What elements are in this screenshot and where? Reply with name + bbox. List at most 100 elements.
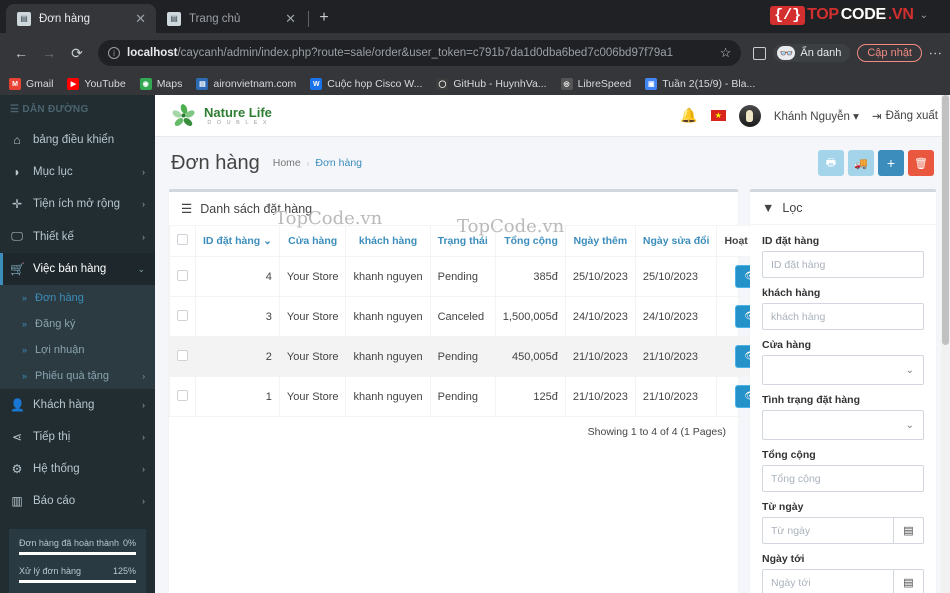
tab-close-icon[interactable]: ✕ <box>283 12 298 25</box>
browser-tab-1[interactable]: ▤ Đơn hàng ✕ <box>6 4 156 33</box>
bookmark-item[interactable]: ◎ LibreSpeed <box>560 78 631 90</box>
language-flag-icon[interactable]: ★ <box>710 110 726 121</box>
bookmark-item[interactable]: W Cuộc họp Cisco W... <box>310 78 422 90</box>
sidebar-subitem-orders[interactable]: » Đơn hàng <box>0 285 155 311</box>
select-all-checkbox[interactable] <box>177 234 188 245</box>
shipping-button[interactable]: 🚚 <box>848 150 874 176</box>
user-menu[interactable]: Khánh Nguyễn ▾ <box>774 109 859 123</box>
page-scrollbar[interactable] <box>941 95 950 593</box>
stat-row: Đơn hàng đã hoàn thành 0% <box>19 538 136 548</box>
delete-button[interactable]: 🗑 <box>908 150 934 176</box>
filter-select-order-status[interactable]: ⌄ <box>762 410 924 440</box>
sidebar-item-dashboard[interactable]: ⌂ bảng điều khiển <box>0 124 155 156</box>
cell-status: Canceled <box>429 296 496 337</box>
chevron-down-icon[interactable]: ⌄ <box>920 10 928 21</box>
calendar-icon[interactable]: ▤ <box>893 570 923 593</box>
double-chevron-icon: » <box>22 319 28 329</box>
incognito-indicator[interactable]: 👓 Ẩn danh <box>773 44 851 62</box>
url-text: localhost/caycanh/admin/index.php?route=… <box>127 47 713 59</box>
sidebar-item-catalog[interactable]: ◗ Mục lục › <box>0 156 155 188</box>
print-button[interactable]: 🖶 <box>818 150 844 176</box>
table-row[interactable]: 3 Your Store khanh nguyen Canceled 1,500… <box>169 296 785 337</box>
column-date-added[interactable]: Ngày thêm <box>564 226 636 257</box>
select-all-header <box>169 226 196 257</box>
site-info-icon[interactable]: i <box>108 47 120 59</box>
add-button[interactable]: + <box>878 150 904 176</box>
column-date-modified[interactable]: Ngày sửa đổi <box>634 226 718 257</box>
logout-button[interactable]: ⇥ Đăng xuất <box>872 109 938 123</box>
chevron-right-icon: › <box>142 199 145 209</box>
sidebar-subitem-vouchers[interactable]: » Phiếu quà tặng › <box>0 363 155 389</box>
tab-close-icon[interactable]: ✕ <box>133 12 148 25</box>
filter-date-to[interactable]: Ngày tới ▤ <box>762 569 924 593</box>
column-status[interactable]: Trạng thái <box>429 226 496 257</box>
sidebar-item-extensions[interactable]: ✛ Tiện ích mở rộng › <box>0 188 155 220</box>
back-icon[interactable]: ← <box>8 40 34 66</box>
filter-input-date-from[interactable]: Từ ngày <box>763 518 893 543</box>
notification-bell-icon[interactable]: 🔔 <box>680 107 697 124</box>
stat-progress-bar <box>19 580 136 583</box>
chevron-right-icon: › <box>142 464 145 474</box>
column-customer[interactable]: khách hàng <box>345 226 431 257</box>
bookmark-label: Cuộc họp Cisco W... <box>327 78 423 90</box>
filter-date-from[interactable]: Từ ngày ▤ <box>762 517 924 544</box>
orders-panel-header: ☰ Danh sách đặt hàng <box>169 192 738 226</box>
url-bar[interactable]: i localhost/caycanh/admin/index.php?rout… <box>98 40 742 66</box>
bookmark-label: Maps <box>156 78 183 90</box>
list-icon: ☰ <box>181 202 193 216</box>
column-store[interactable]: Cửa hàng <box>278 226 347 257</box>
calendar-icon[interactable]: ▤ <box>893 518 923 543</box>
stat-value: 125% <box>112 566 136 576</box>
breadcrumb-current[interactable]: Đơn hàng <box>315 157 362 169</box>
filter-select-store[interactable]: ⌄ <box>762 355 924 385</box>
new-tab-button[interactable]: + <box>311 5 337 31</box>
forward-icon[interactable]: → <box>36 40 62 66</box>
topcode-brace: {/} <box>770 5 806 25</box>
bookmark-item[interactable]: ▤ aironvietnam.com <box>196 78 296 90</box>
logo[interactable]: Nature Life D O U B L E X <box>171 103 272 129</box>
column-order-id[interactable]: ID đặt hàng ⌄ <box>195 226 280 257</box>
bookmark-star-icon[interactable]: ☆ <box>720 45 732 61</box>
row-checkbox[interactable] <box>177 389 188 401</box>
row-checkbox[interactable] <box>177 349 188 361</box>
sidebar-subitem-returns[interactable]: » Lợi nhuận <box>0 337 155 363</box>
table-row[interactable]: 2 Your Store khanh nguyen Pending 450,00… <box>169 336 785 377</box>
bookmark-item[interactable]: ▶ YouTube <box>67 78 126 90</box>
sidebar-item-sales[interactable]: 🛒 Việc bán hàng ⌄ <box>0 253 155 285</box>
filter-input-customer[interactable]: khách hàng <box>762 303 924 330</box>
scrollbar-thumb[interactable] <box>942 95 949 345</box>
tab-favicon: ▤ <box>17 11 31 26</box>
sidebar-item-reports[interactable]: ▥ Báo cáo › <box>0 485 155 517</box>
sidebar-item-customers[interactable]: 👤 Khách hàng › <box>0 389 155 421</box>
update-button[interactable]: Cập nhật <box>857 44 922 62</box>
menu-kebab-icon[interactable]: ⋮ <box>928 47 943 60</box>
split-screen-icon[interactable] <box>753 46 767 60</box>
reload-icon[interactable]: ⟳ <box>64 40 90 66</box>
sidebar-item-design[interactable]: 🖵 Thiết kế › <box>0 220 155 253</box>
column-total[interactable]: Tổng cộng <box>494 226 566 257</box>
sidebar-subitem-subscriptions[interactable]: » Đăng ký <box>0 311 155 337</box>
filter-input-date-to[interactable]: Ngày tới <box>763 570 893 593</box>
double-chevron-icon: » <box>22 293 28 303</box>
bookmark-item[interactable]: M Gmail <box>9 78 53 90</box>
table-row[interactable]: 1 Your Store khanh nguyen Pending 125đ 2… <box>169 376 785 417</box>
filter-input-order-id[interactable]: ID đặt hàng <box>762 251 924 278</box>
table-row[interactable]: 4 Your Store khanh nguyen Pending 385đ 2… <box>169 256 785 297</box>
row-checkbox[interactable] <box>177 309 188 321</box>
filter-input-total[interactable]: Tổng cộng <box>762 465 924 492</box>
breadcrumb-home[interactable]: Home <box>273 157 301 169</box>
row-checkbox[interactable] <box>177 269 188 281</box>
sidebar-item-marketing[interactable]: ⋖ Tiếp thị › <box>0 421 155 453</box>
chevron-right-icon: › <box>142 167 145 177</box>
stat-label: Đơn hàng đã hoàn thành <box>19 538 119 548</box>
sidebar-item-system[interactable]: ⚙ Hệ thống › <box>0 453 155 485</box>
avatar[interactable] <box>738 104 761 127</box>
cell-store: Your Store <box>278 256 347 297</box>
bookmark-item[interactable]: ◯ GitHub - HuynhVa... <box>436 78 547 90</box>
chevron-right-icon: › <box>142 231 145 242</box>
browser-tab-2[interactable]: ▤ Trang chủ ✕ <box>156 4 306 33</box>
bookmark-item[interactable]: ▣ Tuần 2(15/9) - Bla... <box>645 78 755 90</box>
orders-table-body: 4 Your Store khanh nguyen Pending 385đ 2… <box>169 256 785 417</box>
bookmark-item[interactable]: ◉ Maps <box>139 78 183 90</box>
bookmark-favicon: M <box>9 78 21 90</box>
